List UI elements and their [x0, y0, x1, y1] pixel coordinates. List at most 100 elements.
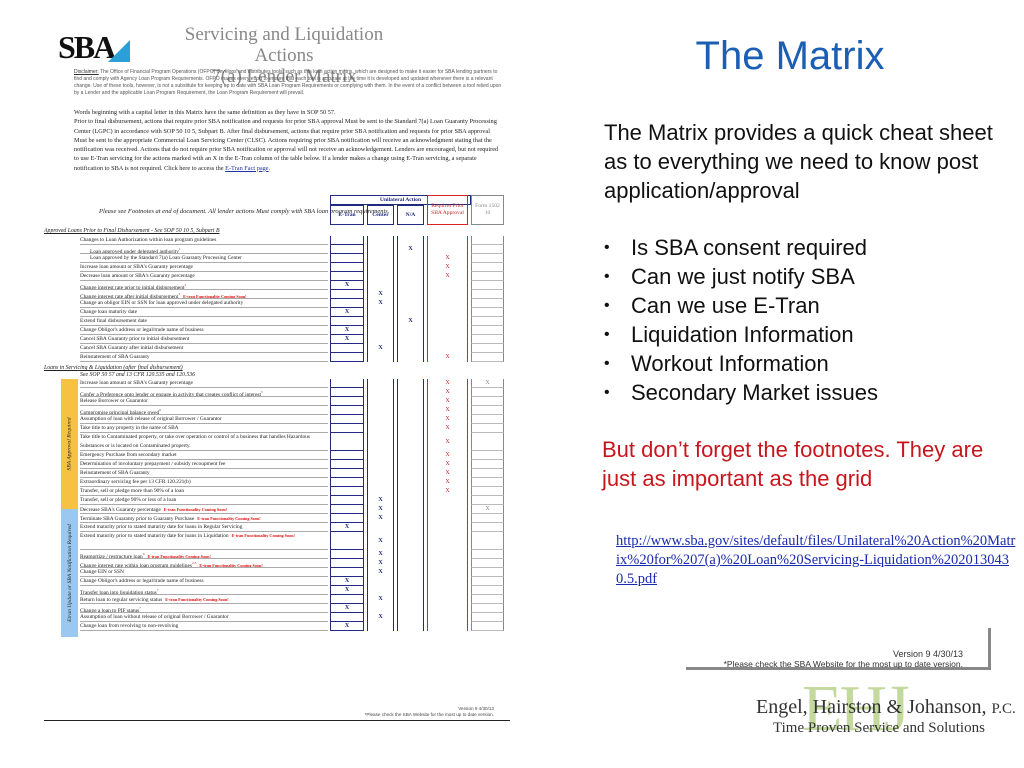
matrix-cell-etran	[330, 424, 364, 433]
matrix-cell-etran: X	[330, 577, 364, 586]
matrix-cell-center	[367, 487, 394, 496]
matrix-row: Assumption of loan without release of or…	[44, 613, 514, 622]
etran-fact-page-link[interactable]: E-Tran Fact page	[225, 165, 269, 172]
disclaimer-label: Disclaimer:	[74, 69, 99, 75]
matrix-row-label: Take title to any property in the name o…	[80, 424, 328, 433]
matrix-cell-form	[471, 613, 504, 622]
matrix-cell-form	[471, 550, 504, 559]
matrix-cell-center: X	[367, 496, 394, 505]
matrix-row-label: Change Obligor's address or legal/trade …	[80, 326, 328, 335]
matrix-row: Extend maturity prior to stated maturity…	[44, 523, 514, 532]
matrix-cell-na	[397, 281, 424, 290]
matrix-cell-na	[397, 505, 424, 514]
matrix-row: Terminate SBA Guaranty prior to Guaranty…	[44, 514, 514, 523]
matrix-cell-etran: X	[330, 523, 364, 532]
matrix-cell-etran	[330, 559, 364, 568]
slide-title: The Matrix	[695, 34, 885, 78]
matrix-cell-form	[471, 344, 504, 353]
footnote-ref: 1	[178, 247, 181, 251]
matrix-cell-prior	[427, 577, 468, 586]
matrix-cell-prior	[427, 595, 468, 604]
matrix-cell-na	[397, 353, 424, 362]
matrix-doc-footer: Version 9 4/30/13 *Please check the SBA …	[365, 706, 494, 718]
matrix-cell-na	[397, 523, 424, 532]
sba-logo-text: SBA	[58, 29, 116, 65]
matrix-cell-etran	[330, 433, 364, 451]
matrix-cell-etran	[330, 344, 364, 353]
matrix-cell-na	[397, 622, 424, 631]
matrix-row: Cancel SBA Guaranty prior to initial dis…	[44, 335, 514, 344]
matrix-cell-etran: X	[330, 622, 364, 631]
footnote-ref: 2,3	[191, 561, 197, 565]
matrix-cell-na	[397, 433, 424, 451]
matrix-cell-prior	[427, 317, 468, 326]
matrix-row: Compromise principal balance owed6 X	[44, 406, 514, 415]
matrix-cell-center	[367, 397, 394, 406]
version-note: *Please check the SBA Website for the mo…	[723, 659, 963, 669]
matrix-cell-center: X	[367, 595, 394, 604]
matrix-row: Decrease SBA's Guaranty percentage E-tran…	[44, 505, 514, 514]
matrix-row: Change Obligor's address or legal/trade …	[44, 577, 514, 586]
matrix-cell-center	[367, 388, 394, 397]
bullet-text: Can we use E-Tran	[631, 293, 820, 318]
matrix-row-label: Transfer, sell or pledge more than 90% o…	[80, 487, 328, 496]
matrix-intro: Words beginning with a capital letter in…	[74, 108, 504, 173]
matrix-pdf-link[interactable]: http://www.sba.gov/sites/default/files/U…	[616, 532, 1016, 589]
matrix-row: Release Borrower or Guarantor X	[44, 397, 514, 406]
matrix-row-label: Change interest rate after initial disbu…	[80, 290, 328, 299]
matrix-row: Loan approved by the Standard 7(a) Loan …	[44, 254, 514, 263]
matrix-row: Change Obligor's address or legal/trade …	[44, 326, 514, 335]
matrix-row: Change a loan to PIF status7 X	[44, 604, 514, 613]
bullet-icon: •	[604, 384, 610, 401]
bullet-icon: •	[604, 355, 610, 372]
matrix-cell-form	[471, 622, 504, 631]
matrix-cell-prior: X	[427, 263, 468, 272]
matrix-row-label: Extraordinary servicing fee per 13 CFR 1…	[80, 478, 328, 487]
matrix-cell-center	[367, 379, 394, 388]
matrix-cell-form	[471, 451, 504, 460]
column-header-form: Form 1502 10	[471, 195, 504, 225]
matrix-cell-form	[471, 388, 504, 397]
matrix-cell-na	[397, 326, 424, 335]
matrix-cell-prior	[427, 496, 468, 505]
matrix-cell-center: X	[367, 344, 394, 353]
matrix-cell-form	[471, 299, 504, 308]
matrix-cell-etran	[330, 487, 364, 496]
footnote-warning: But don’t forget the footnotes. They are…	[602, 437, 984, 491]
matrix-cell-etran: X	[330, 335, 364, 344]
matrix-row-label: Change interest rate within loan program…	[80, 559, 328, 568]
matrix-cell-prior: X	[427, 433, 468, 451]
matrix-cell-na	[397, 586, 424, 595]
matrix-cell-prior	[427, 236, 468, 245]
matrix-cell-form	[471, 559, 504, 568]
matrix-document-image: SBA Servicing and Liquidation Actions 7(…	[44, 22, 514, 727]
matrix-cell-etran	[330, 514, 364, 523]
etran-coming-soon-note: E-tran Functionality Coming Soon!	[165, 597, 229, 602]
matrix-cell-prior	[427, 290, 468, 299]
matrix-cell-prior	[427, 505, 468, 514]
matrix-cell-prior	[427, 326, 468, 335]
matrix-cell-form: X	[471, 505, 504, 514]
matrix-doc-title-line1: Servicing and Liquidation Actions	[184, 24, 384, 66]
matrix-cell-na	[397, 406, 424, 415]
bullet-icon: •	[604, 297, 610, 314]
matrix-cell-form	[471, 415, 504, 424]
footnote-ref: 6	[142, 552, 145, 556]
matrix-cell-form	[471, 433, 504, 451]
section2-subtitle: See SOP 50 57 and 13 CFR 120.535 and 120…	[80, 372, 196, 378]
matrix-cell-prior: X	[427, 460, 468, 469]
matrix-row-label: Extend final disbursement date	[80, 317, 328, 326]
matrix-cell-prior	[427, 299, 468, 308]
matrix-cell-etran	[330, 415, 364, 424]
matrix-row-label: Decrease loan amount or SBA's Guaranty p…	[80, 272, 328, 281]
matrix-cell-center	[367, 604, 394, 613]
matrix-cell-etran	[330, 469, 364, 478]
matrix-cell-na	[397, 379, 424, 388]
matrix-cell-na	[397, 236, 424, 245]
bullet-text: Is SBA consent required	[631, 235, 868, 260]
matrix-row-label: Reinstatement of SBA Guaranty	[80, 353, 328, 362]
matrix-cell-prior	[427, 613, 468, 622]
matrix-cell-etran	[330, 478, 364, 487]
matrix-cell-center	[367, 326, 394, 335]
matrix-cell-form	[471, 326, 504, 335]
